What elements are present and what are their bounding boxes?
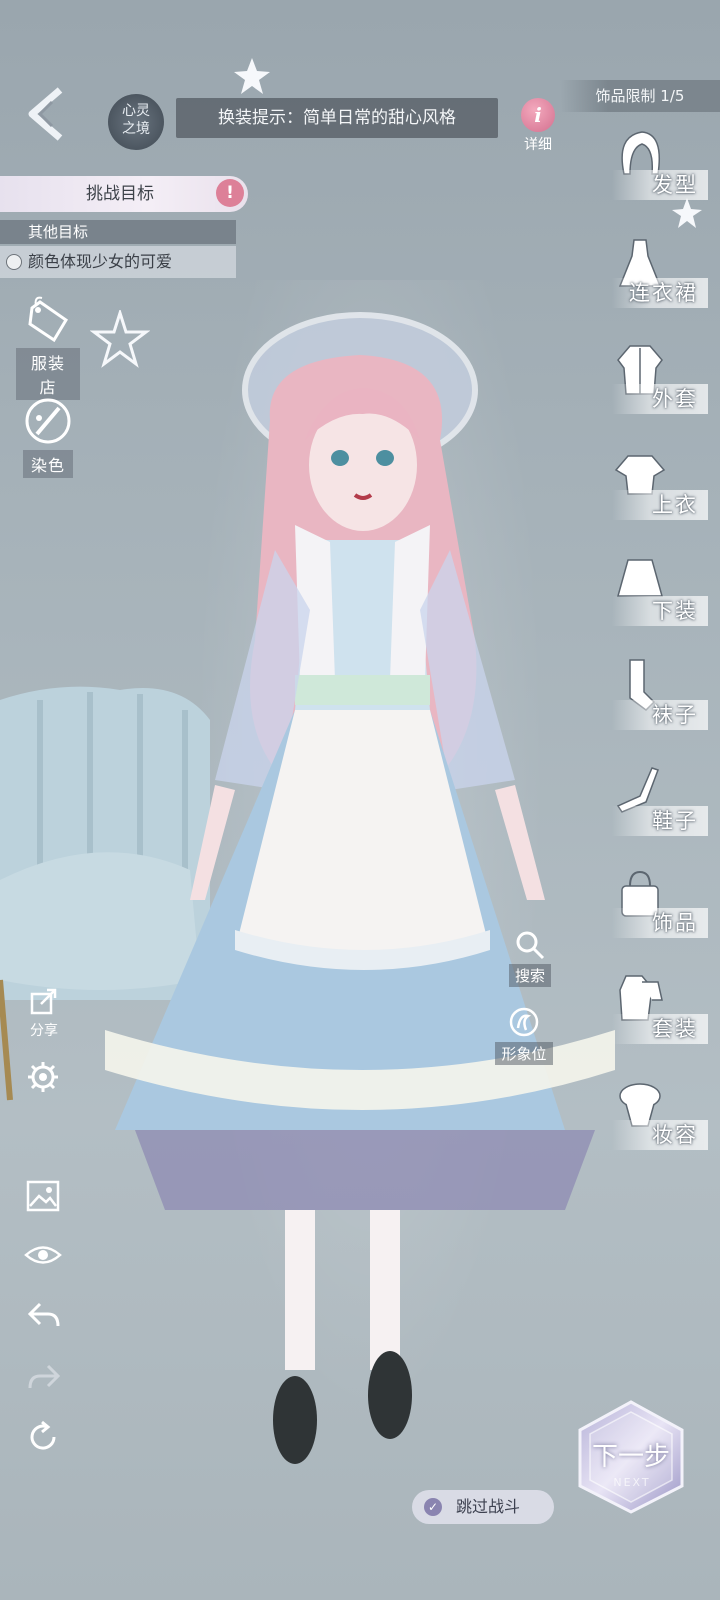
goal-status-indicator — [6, 254, 22, 270]
category-shoes[interactable]: 鞋子 — [598, 762, 712, 866]
sparkle-star — [234, 58, 270, 94]
reset-icon[interactable] — [26, 1420, 60, 1454]
dye-label: 染色 — [22, 450, 73, 478]
skip-battle-button[interactable]: ✓ 跳过战斗 — [412, 1490, 554, 1524]
dye-button[interactable]: 染色 — [16, 396, 80, 478]
redo-icon[interactable] — [26, 1362, 62, 1392]
detail-button[interactable]: i 详细 — [518, 98, 558, 154]
palette-icon — [25, 398, 71, 444]
logo-text-bottom: 之境 — [122, 121, 150, 137]
warning-icon[interactable]: ! — [216, 179, 244, 207]
category-label: 上衣 — [612, 490, 708, 520]
category-coat[interactable]: 外套 — [598, 340, 712, 444]
category-socks[interactable]: 袜子 — [598, 656, 712, 760]
shop-label: 服装店 — [16, 348, 80, 400]
category-label: 妆容 — [612, 1120, 708, 1150]
category-suit[interactable]: 套装 — [598, 970, 712, 1074]
info-icon: i — [521, 98, 555, 132]
share-button[interactable]: 分享 — [24, 986, 64, 1040]
category-top[interactable]: 上衣 — [598, 446, 712, 550]
search-button[interactable]: 搜索 — [490, 930, 570, 987]
search-icon — [516, 931, 545, 960]
skip-battle-label: 跳过战斗 — [456, 1497, 521, 1516]
settings-gear-icon[interactable] — [26, 1060, 60, 1094]
image-position-label: 形象位 — [495, 1042, 553, 1065]
next-step-button[interactable]: 下一步 NEXT — [572, 1398, 690, 1516]
portrait-icon — [509, 1007, 539, 1037]
mind-realm-logo: 心灵 之境 — [108, 94, 164, 150]
checkmark-icon: ✓ — [424, 1498, 442, 1516]
background-image-icon[interactable] — [26, 1180, 60, 1212]
search-label: 搜索 — [508, 964, 551, 987]
category-label: 鞋子 — [612, 806, 708, 836]
eye-visibility-icon[interactable] — [24, 1240, 62, 1270]
image-position-button[interactable]: 形象位 — [484, 1006, 564, 1065]
category-label: 袜子 — [612, 700, 708, 730]
accessory-limit: 饰品限制 1/5 — [560, 80, 720, 112]
goal-text: 颜色体现少女的可爱 — [28, 252, 173, 271]
share-icon — [30, 988, 57, 1015]
share-label: 分享 — [30, 1023, 58, 1039]
character-model — [105, 312, 615, 1464]
goal-item: 颜色体现少女的可爱 — [0, 246, 236, 278]
category-dress[interactable]: 连衣裙 — [598, 234, 712, 338]
challenge-title: 挑战目标 — [86, 184, 154, 204]
sparkle-star — [90, 310, 150, 368]
category-label: 外套 — [612, 384, 708, 414]
clothing-shop-button[interactable]: 服装店 — [16, 296, 80, 400]
category-label: 饰品 — [612, 908, 708, 938]
challenge-goal-header[interactable]: 挑战目标 ! — [0, 176, 248, 212]
category-bottom[interactable]: 下装 — [598, 552, 712, 656]
category-label: 下装 — [612, 596, 708, 626]
category-makeup[interactable]: 妆容 — [598, 1076, 712, 1180]
other-goals-label: 其他目标 — [0, 220, 236, 244]
category-label: 套装 — [612, 1014, 708, 1044]
category-label: 发型 — [612, 170, 708, 200]
sale-tag-icon — [28, 296, 69, 343]
next-sub-label: NEXT — [613, 1476, 651, 1489]
category-label: 连衣裙 — [612, 278, 708, 308]
category-hairstyle[interactable]: 发型 — [598, 126, 712, 230]
outfit-hint-bar: 换装提示：简单日常的甜心风格 — [176, 98, 498, 138]
detail-label: 详细 — [524, 137, 552, 153]
logo-text-top: 心灵 — [122, 103, 150, 119]
undo-icon[interactable] — [26, 1300, 62, 1330]
next-step-label: 下一步 — [591, 1442, 670, 1472]
category-accessory[interactable]: 饰品 — [598, 864, 712, 968]
back-button[interactable] — [22, 84, 72, 144]
